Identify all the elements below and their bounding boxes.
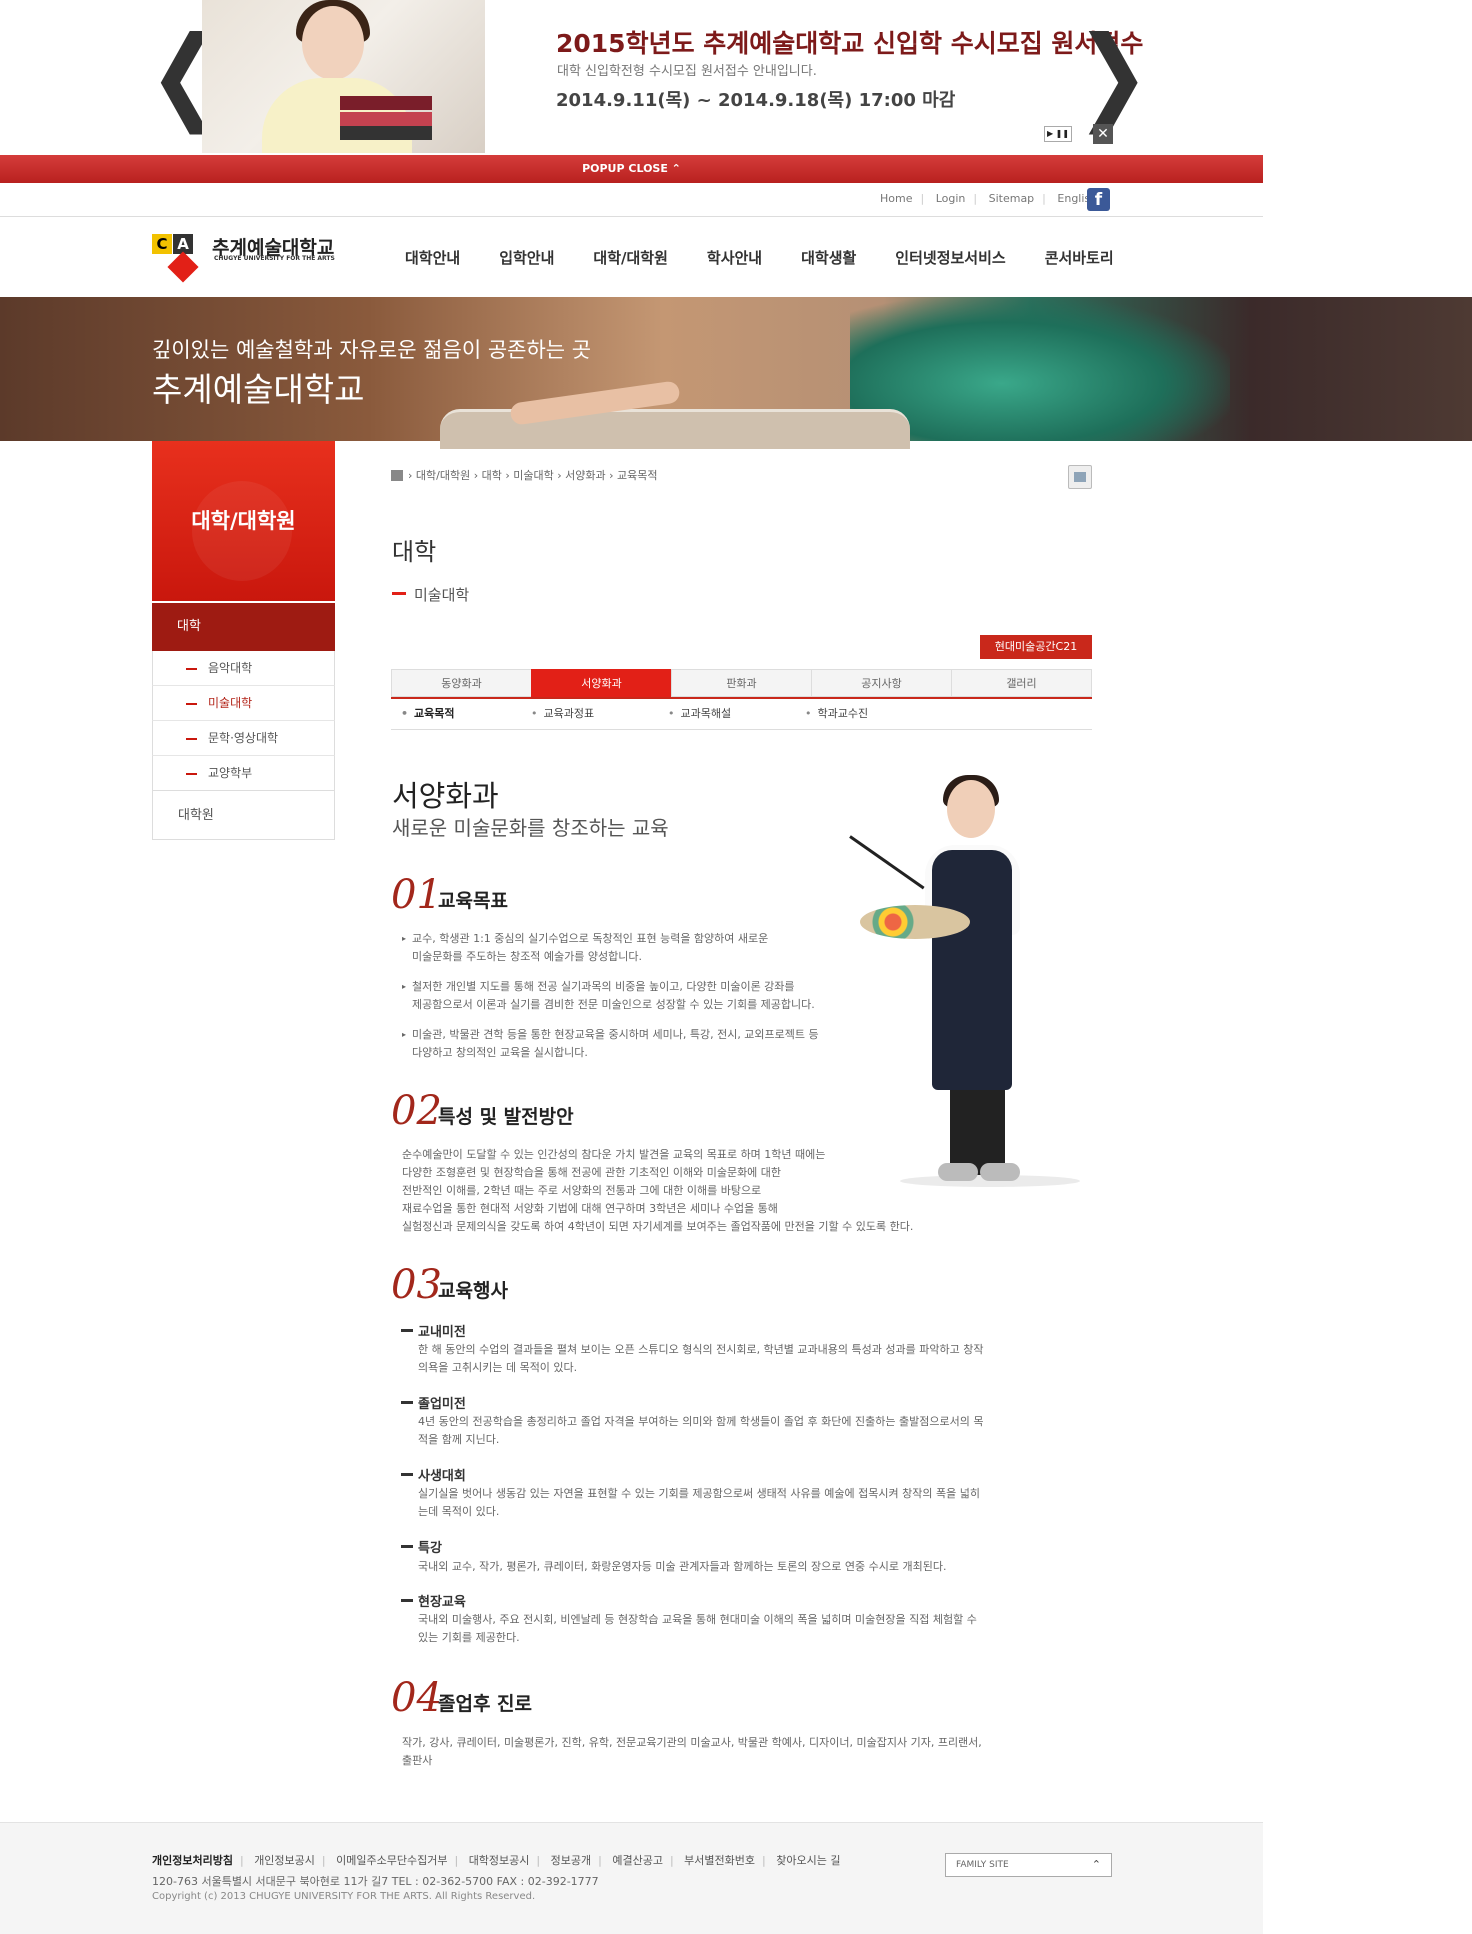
home-icon[interactable] [391, 470, 403, 481]
bullet-paragraph: 교수, 학생관 1:1 중심의 실기수업으로 독창적인 표현 능력을 함양하여 … [402, 930, 768, 966]
footer-link[interactable]: 개인정보공시 [254, 1852, 315, 1868]
breadcrumb: › 대학/대학원 › 대학 › 미술대학 › 서양화과 › 교육목적 [408, 469, 658, 482]
tab-printmaking[interactable]: 판화과 [671, 669, 811, 697]
event-dash [401, 1473, 413, 1476]
sidebar-item-fine-arts[interactable]: 미술대학 [152, 686, 335, 721]
section-title: 교육목표 [438, 890, 508, 912]
popup-date: 2014.9.11(목) ~ 2014.9.18(목) 17:00 마감 [556, 90, 956, 111]
subtab-objectives[interactable]: 교육목적 [401, 705, 454, 721]
facebook-icon[interactable]: f [1087, 188, 1110, 211]
footer-link[interactable]: 정보공개 [551, 1852, 591, 1868]
event-description: 국내외 미술행사, 주요 전시회, 비엔날레 등 현장학습 교육을 통해 현대미… [418, 1613, 977, 1644]
banner-subtitle: 깊이있는 예술철학과 자유로운 젊음이 공존하는 곳 [152, 338, 592, 362]
sidebar-item-literature-film[interactable]: 문학·영상대학 [152, 721, 335, 756]
nav-admission[interactable]: 입학안내 [499, 247, 554, 268]
event-dash [401, 1401, 413, 1404]
footer-link-privacy[interactable]: 개인정보처리방침 [152, 1852, 233, 1868]
footer-link[interactable]: 찾아오시는 길 [776, 1852, 840, 1868]
department-tabs: 동양화과 서양화과 판화과 공지사항 갤러리 [391, 669, 1092, 699]
event-title: 교내미전 [418, 1325, 466, 1340]
popup-subtitle: 대학 신입학전형 수시모집 원서접수 안내입니다. [557, 64, 817, 79]
logo-mark-icon[interactable]: CA [152, 234, 200, 283]
nav-conservatory[interactable]: 콘서바토리 [1045, 247, 1114, 268]
section-number: 01 [391, 872, 442, 918]
event-dash [401, 1599, 413, 1602]
section-number: 02 [391, 1088, 442, 1134]
bullet-paragraph: 미술관, 박물관 견학 등을 통한 현장교육을 중시하며 세미나, 특강, 전시… [402, 1026, 819, 1062]
util-home-link[interactable]: Home [880, 192, 912, 205]
banner-title: 추계예술대학교 [152, 370, 365, 409]
section-title: 특성 및 발전방안 [438, 1106, 574, 1128]
department-heading: 서양화과 [392, 779, 499, 813]
tab-gallery[interactable]: 갤러리 [951, 669, 1092, 697]
footer-link[interactable]: 예결산공고 [612, 1852, 663, 1868]
page-title: 대학 [392, 538, 437, 566]
footer-link[interactable]: 대학정보공시 [469, 1852, 530, 1868]
popup-next-arrow[interactable]: ❯ [1075, 23, 1150, 127]
event-description: 4년 동안의 전공학습을 총정리하고 졸업 자격을 부여하는 의미와 함께 학생… [418, 1415, 984, 1446]
event-title: 현장교육 [418, 1595, 466, 1610]
footer-link[interactable]: 부서별전화번호 [684, 1852, 755, 1868]
section-number: 03 [391, 1262, 442, 1308]
event-dash [401, 1545, 413, 1548]
sidebar-header: 대학/대학원 [152, 441, 335, 601]
popup-photo [202, 0, 485, 153]
tab-western-painting[interactable]: 서양화과 [531, 669, 671, 697]
event-description: 실기실을 벗어나 생동감 있는 자연을 표현할 수 있는 기회를 제공함으로써 … [418, 1487, 980, 1518]
bullet-paragraph: 철저한 개인별 지도를 통해 전공 실기과목의 비중을 높이고, 다양한 미술이… [402, 978, 815, 1014]
section-number: 04 [391, 1675, 442, 1721]
sidebar-item-college[interactable]: 대학 [152, 603, 335, 651]
logo-english-name: CHUGYE UNIVERSITY FOR THE ARTS [214, 255, 335, 262]
popup-close-bar[interactable]: POPUP CLOSE ⌃ [0, 155, 1263, 183]
event-title: 사생대회 [418, 1469, 466, 1484]
footer-link[interactable]: 이메일주소무단수집거부 [336, 1852, 447, 1868]
family-site-select[interactable]: FAMILY SITE ⌃ [945, 1853, 1112, 1877]
nav-colleges[interactable]: 대학/대학원 [593, 247, 667, 268]
nav-academics[interactable]: 학사안내 [707, 247, 762, 268]
section-paragraph: 작가, 강사, 큐레이터, 미술평론가, 진학, 유학, 전문교육기관의 미술교… [402, 1736, 982, 1767]
chevron-up-icon: ⌃ [1091, 1858, 1101, 1871]
subtab-course-descriptions[interactable]: 교과목해설 [668, 705, 732, 721]
nav-about[interactable]: 대학안내 [405, 247, 460, 268]
sidebar-item-music[interactable]: 음악대학 [152, 651, 335, 686]
department-tagline: 새로운 미술문화를 창조하는 교육 [392, 816, 669, 840]
footer-links: 개인정보처리방침 | 개인정보공시 | 이메일주소무단수집거부 | 대학정보공시 | 정… [152, 1852, 841, 1868]
event-description: 국내외 교수, 작가, 평론가, 큐레이터, 화랑운영자등 미술 관계자들과 함… [418, 1560, 947, 1573]
tab-notices[interactable]: 공지사항 [811, 669, 951, 697]
tab-oriental-painting[interactable]: 동양화과 [391, 669, 531, 697]
event-description: 한 해 동안의 수업의 결과들을 펼쳐 보이는 오픈 스튜디오 형식의 전시회로… [418, 1343, 984, 1374]
event-dash [401, 1329, 413, 1332]
subtab-curriculum[interactable]: 교육과정표 [531, 705, 595, 721]
sidebar-item-graduate[interactable]: 대학원 [152, 790, 335, 840]
print-icon[interactable] [1068, 465, 1092, 489]
popup-close-icon[interactable]: ✕ [1093, 124, 1113, 144]
nav-internet-services[interactable]: 인터넷정보서비스 [895, 247, 1005, 268]
section-title: 졸업후 진로 [438, 1693, 533, 1715]
sub-tabs: 교육목적 교육과정표 교과목해설 학과교수진 [391, 705, 1092, 730]
event-title: 졸업미전 [418, 1397, 466, 1412]
util-sitemap-link[interactable]: Sitemap [989, 192, 1035, 205]
sidebar-item-liberal-arts[interactable]: 교양학부 [152, 756, 335, 791]
page-subtitle: 미술대학 [414, 586, 470, 604]
nav-campus-life[interactable]: 대학생활 [801, 247, 856, 268]
header-divider [0, 216, 1263, 217]
subtab-faculty[interactable]: 학과교수진 [805, 705, 869, 721]
section-paragraph: 순수예술만이 도달할 수 있는 인간성의 참다운 가치 발견을 교육의 목표로 … [402, 1148, 914, 1233]
popup-play-pause-button[interactable]: ▶ ❚❚ [1044, 126, 1072, 142]
student-painter-photo [840, 775, 1090, 1195]
main-nav: 대학안내 입학안내 대학/대학원 학사안내 대학생활 인터넷정보서비스 콘서바토… [405, 247, 1153, 268]
util-login-link[interactable]: Login [936, 192, 966, 205]
footer-copyright: Copyright (c) 2013 CHUGYE UNIVERSITY FOR… [152, 1891, 536, 1902]
event-title: 특강 [418, 1541, 442, 1556]
footer-address: 120-763 서울특별시 서대문구 북아현로 11가 길7 TEL : 02-… [152, 1875, 599, 1888]
utility-nav: Home | Login | Sitemap | English [880, 192, 1098, 205]
subtitle-dash [392, 592, 406, 595]
popup-banner: ❮ 2015학년도 추계예술대학교 신입학 수시모집 원서접수 대학 신입학전형… [0, 0, 1263, 155]
page: ❮ 2015학년도 추계예술대학교 신입학 수시모집 원서접수 대학 신입학전형… [0, 0, 1472, 1934]
popup-title[interactable]: 2015학년도 추계예술대학교 신입학 수시모집 원서접수 [556, 24, 1143, 60]
section-title: 교육행사 [438, 1280, 508, 1302]
c21-gallery-button[interactable]: 현대미술공간C21 [980, 635, 1092, 659]
